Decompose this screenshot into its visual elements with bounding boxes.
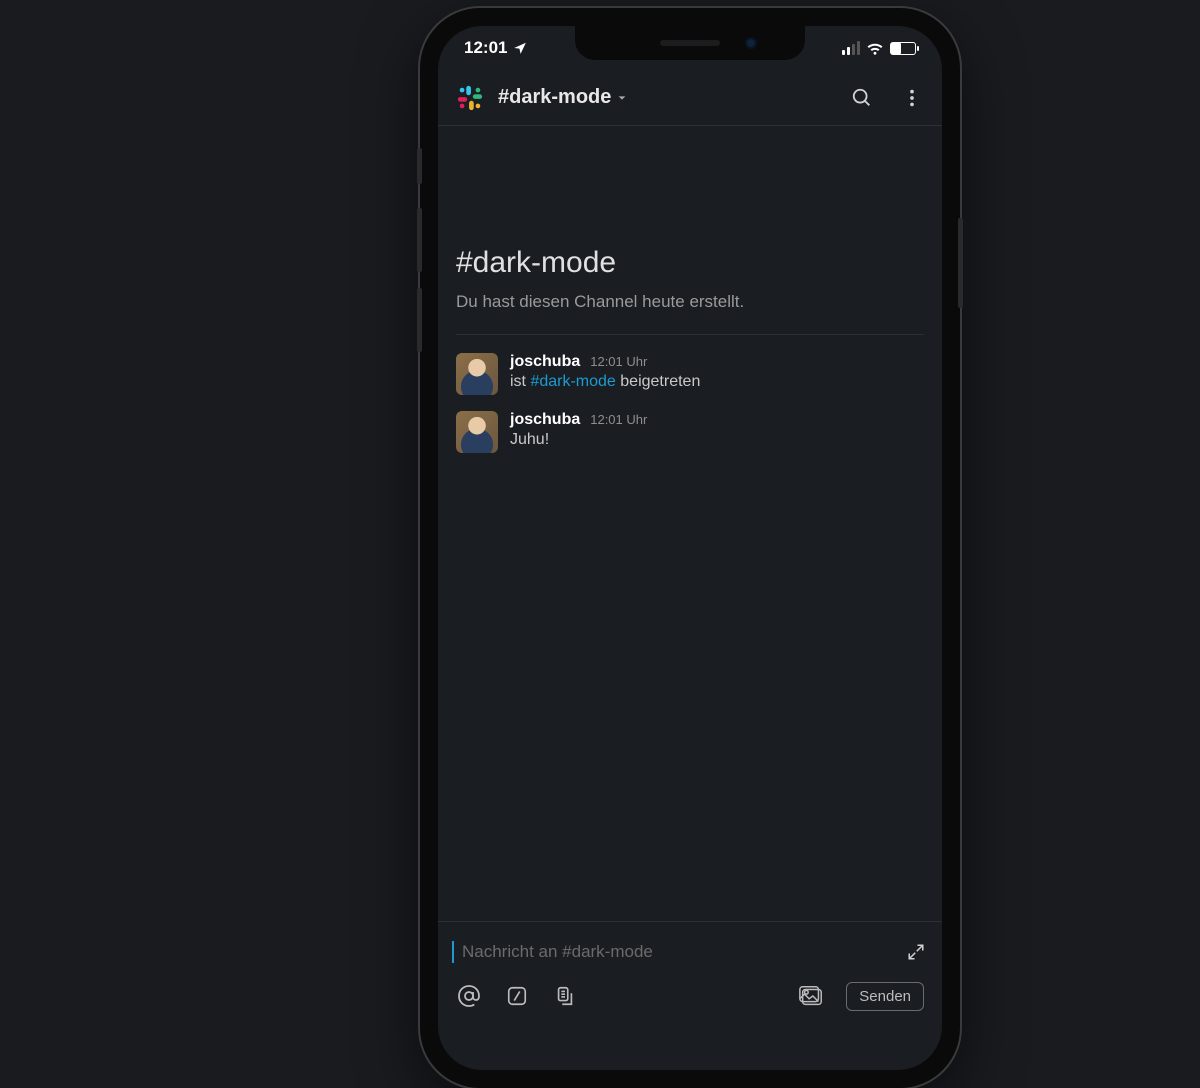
- send-button[interactable]: Senden: [846, 982, 924, 1011]
- channel-content: #dark-mode Du hast diesen Channel heute …: [438, 246, 942, 461]
- battery-icon: [890, 42, 916, 55]
- message-username[interactable]: joschuba: [510, 411, 580, 429]
- channel-mention[interactable]: #dark-mode: [530, 373, 615, 390]
- search-icon[interactable]: [850, 86, 874, 110]
- message-timestamp: 12:01 Uhr: [590, 412, 647, 427]
- chevron-down-icon: [617, 93, 627, 103]
- input-placeholder: Nachricht an #dark-mode: [462, 942, 896, 962]
- avatar[interactable]: [456, 411, 498, 453]
- intro-subtitle: Du hast diesen Channel heute erstellt.: [456, 292, 924, 312]
- attachment-icon[interactable]: [552, 983, 578, 1009]
- message-item[interactable]: joschuba 12:01 Uhr ist #dark-mode beiget…: [456, 345, 924, 403]
- mention-icon[interactable]: [456, 983, 482, 1009]
- screen: 12:01: [438, 26, 942, 1070]
- channel-intro: #dark-mode Du hast diesen Channel heute …: [456, 246, 924, 312]
- text-cursor: [452, 941, 454, 963]
- statusbar-time: 12:01: [464, 38, 507, 58]
- volume-up-button: [417, 208, 422, 272]
- volume-down-button: [417, 288, 422, 352]
- message-username[interactable]: joschuba: [510, 353, 580, 371]
- mute-switch: [417, 148, 422, 184]
- app-header: #dark-mode: [438, 70, 942, 126]
- channel-switcher[interactable]: #dark-mode: [498, 86, 627, 109]
- avatar[interactable]: [456, 353, 498, 395]
- location-icon: [513, 41, 527, 55]
- message-item[interactable]: joschuba 12:01 Uhr Juhu!: [456, 403, 924, 461]
- speaker-grille: [660, 40, 720, 46]
- notch: [575, 26, 805, 60]
- front-camera: [745, 37, 757, 49]
- photo-icon[interactable]: [798, 983, 824, 1009]
- expand-icon[interactable]: [904, 940, 928, 964]
- message-input[interactable]: Nachricht an #dark-mode: [452, 930, 928, 974]
- message-text: Juhu!: [510, 431, 647, 449]
- power-button: [958, 218, 963, 308]
- channel-name: #dark-mode: [498, 86, 611, 109]
- divider: [456, 334, 924, 335]
- message-timestamp: 12:01 Uhr: [590, 354, 647, 369]
- more-options-icon[interactable]: [900, 86, 924, 110]
- wifi-icon: [866, 41, 884, 55]
- intro-title: #dark-mode: [456, 246, 924, 280]
- message-composer: Nachricht an #dark-mode: [438, 921, 942, 1026]
- cellular-signal-icon: [842, 41, 860, 55]
- phone-frame: 12:01: [420, 8, 960, 1088]
- slash-command-icon[interactable]: [504, 983, 530, 1009]
- message-text: ist #dark-mode beigetreten: [510, 373, 700, 391]
- slack-logo-icon[interactable]: [456, 84, 484, 112]
